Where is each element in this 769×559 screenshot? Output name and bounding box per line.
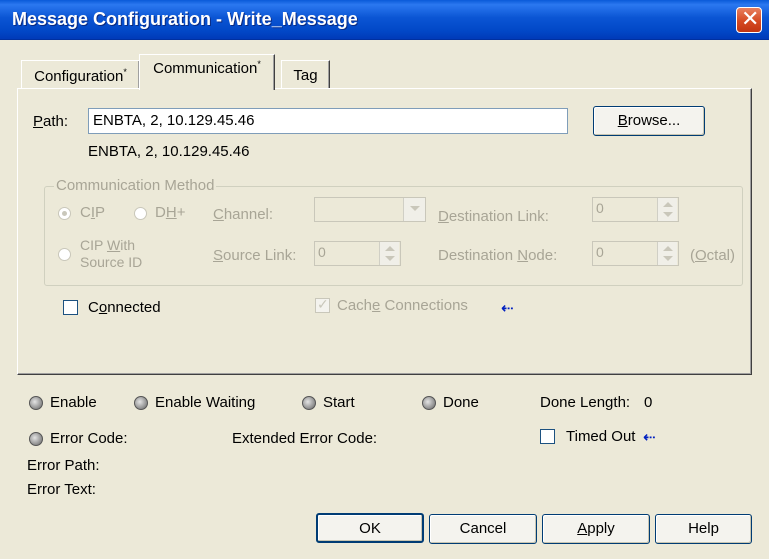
tab-tag-label: Tag xyxy=(293,67,318,84)
start-status: Start xyxy=(323,394,355,411)
start-indicator-icon xyxy=(302,396,316,410)
error-text-label: Error Text: xyxy=(27,481,96,498)
tab-communication-label: Communication xyxy=(153,60,258,77)
cip-with-source-id-label: CIP With Source ID xyxy=(80,237,143,270)
arrow-left-icon: ⇠ xyxy=(643,429,656,446)
done-status: Done xyxy=(443,394,479,411)
destination-link-label: Destination Link: xyxy=(438,208,549,225)
destination-link-spinner[interactable] xyxy=(657,198,677,221)
path-label: Path: xyxy=(33,113,69,130)
help-button[interactable]: Help xyxy=(655,514,752,544)
cache-connections-label: Cache Connections xyxy=(337,297,468,314)
path-input[interactable]: ENBTA, 2, 10.129.45.46 xyxy=(88,108,568,134)
channel-dropdown-button[interactable] xyxy=(403,198,425,221)
timed-out-label: Timed Out xyxy=(566,428,636,445)
enable-waiting-indicator-icon xyxy=(134,396,148,410)
browse-button[interactable]: Browse... xyxy=(593,106,705,136)
destination-node-spinner[interactable] xyxy=(657,242,677,265)
error-path-label: Error Path: xyxy=(27,457,100,474)
tab-configuration[interactable]: Configuration* xyxy=(21,60,140,89)
done-indicator-icon xyxy=(422,396,436,410)
window-title: Message Configuration - Write_Message xyxy=(12,9,358,29)
source-link-label: Source Link: xyxy=(213,247,297,264)
spin-up-icon xyxy=(663,202,673,207)
tab-communication-marker: * xyxy=(257,59,261,69)
error-code-label: Error Code: xyxy=(50,430,128,447)
enable-status: Enable xyxy=(50,394,97,411)
connected-label: Connected xyxy=(88,299,161,316)
tab-configuration-marker: * xyxy=(123,67,127,77)
cip-label: CIP xyxy=(80,204,106,221)
enable-indicator-icon xyxy=(29,396,43,410)
dh-plus-label: DH+ xyxy=(155,204,186,221)
close-icon: ✕ xyxy=(741,7,760,32)
channel-label: Channel: xyxy=(213,206,274,223)
close-button[interactable]: ✕ xyxy=(736,7,762,33)
done-length-value: 0 xyxy=(644,394,653,411)
spin-up-icon xyxy=(385,246,395,251)
source-link-spinner[interactable] xyxy=(379,242,399,265)
destination-node-label: Destination Node: xyxy=(438,247,558,264)
extended-error-code-label: Extended Error Code: xyxy=(232,430,378,447)
title-bar[interactable]: Message Configuration - Write_Message ✕ xyxy=(0,0,769,40)
enable-waiting-status: Enable Waiting xyxy=(155,394,256,411)
spin-down-icon xyxy=(663,212,673,217)
ok-button[interactable]: OK xyxy=(316,513,424,543)
communication-method-legend: Communication Method xyxy=(54,177,217,194)
spin-down-icon xyxy=(663,256,673,261)
cancel-button[interactable]: Cancel xyxy=(429,514,537,544)
cache-connections-checkbox[interactable] xyxy=(315,296,330,313)
spin-down-icon xyxy=(385,256,395,261)
spin-up-icon xyxy=(663,246,673,251)
timed-out-checkbox xyxy=(540,429,555,444)
done-length-label: Done Length: xyxy=(540,394,631,411)
path-resolved: ENBTA, 2, 10.129.45.46 xyxy=(88,143,250,160)
octal-label: (Octal) xyxy=(690,247,736,264)
tab-tag[interactable]: Tag xyxy=(281,60,330,89)
tab-configuration-label: Configuration xyxy=(34,68,124,85)
arrow-left-icon: ⇠ xyxy=(501,300,514,317)
chevron-down-icon xyxy=(410,206,420,211)
tab-communication[interactable]: Communication* xyxy=(139,54,275,90)
cip-radio[interactable] xyxy=(58,207,71,220)
error-code-indicator-icon xyxy=(29,432,43,446)
dh-plus-radio[interactable] xyxy=(134,207,147,220)
cip-with-source-id-radio[interactable] xyxy=(58,248,71,261)
apply-button[interactable]: Apply xyxy=(542,514,650,544)
connected-checkbox[interactable] xyxy=(63,300,78,315)
